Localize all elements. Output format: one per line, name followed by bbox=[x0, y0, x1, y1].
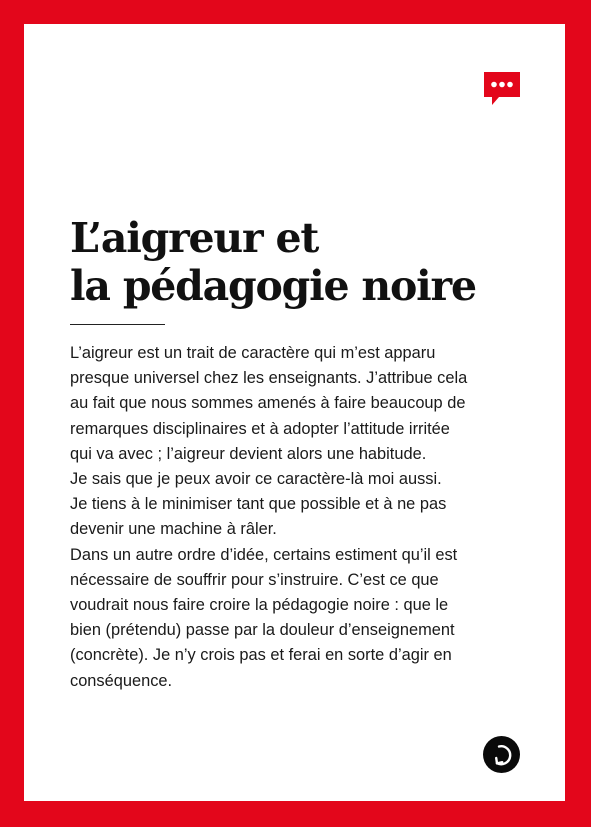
body-line: Je tiens à le minimiser tant que possibl… bbox=[70, 495, 447, 514]
title-divider bbox=[70, 324, 165, 325]
body-line: (concrète). Je n’y crois pas et ferai en… bbox=[70, 646, 452, 665]
body-line: Dans un autre ordre d’idée, certains est… bbox=[70, 545, 458, 564]
speech-bubble-icon[interactable] bbox=[482, 70, 522, 108]
body-line: Je sais que je peux avoir ce caractère-l… bbox=[70, 470, 442, 489]
body-line: qui va avec ; l’aigreur devient alors un… bbox=[70, 444, 427, 463]
body-line: nécessaire de souffrir pour s’instruire.… bbox=[70, 570, 439, 589]
body-line: remarques disciplinaires et à adopter l’… bbox=[70, 419, 450, 438]
circular-arrow-icon bbox=[495, 745, 512, 766]
body-line: au fait que nous sommes amenés à faire b… bbox=[70, 394, 466, 413]
card: L’aigreur et la pédagogie noire L’aigreu… bbox=[0, 0, 591, 827]
page-title: L’aigreur et la pédagogie noire bbox=[70, 214, 477, 310]
body-line: L’aigreur est un trait de caractère qui … bbox=[70, 344, 436, 362]
body-line: conséquence. bbox=[70, 671, 173, 690]
body-line: bien (prétendu) passe par la douleur d’e… bbox=[70, 621, 455, 640]
body-line: voudrait nous faire croire la pédagogie … bbox=[70, 596, 449, 615]
body-text: L’aigreur est un trait de caractère qui … bbox=[70, 341, 530, 694]
title-line-1: L’aigreur et bbox=[70, 214, 319, 262]
speech-bubble-shape bbox=[484, 72, 520, 105]
next-button[interactable] bbox=[483, 736, 520, 773]
body-line: presque universel chez les enseignants. … bbox=[70, 369, 468, 388]
title-line-2: la pédagogie noire bbox=[70, 262, 477, 310]
body-line: devenir une machine à râler. bbox=[70, 520, 277, 539]
